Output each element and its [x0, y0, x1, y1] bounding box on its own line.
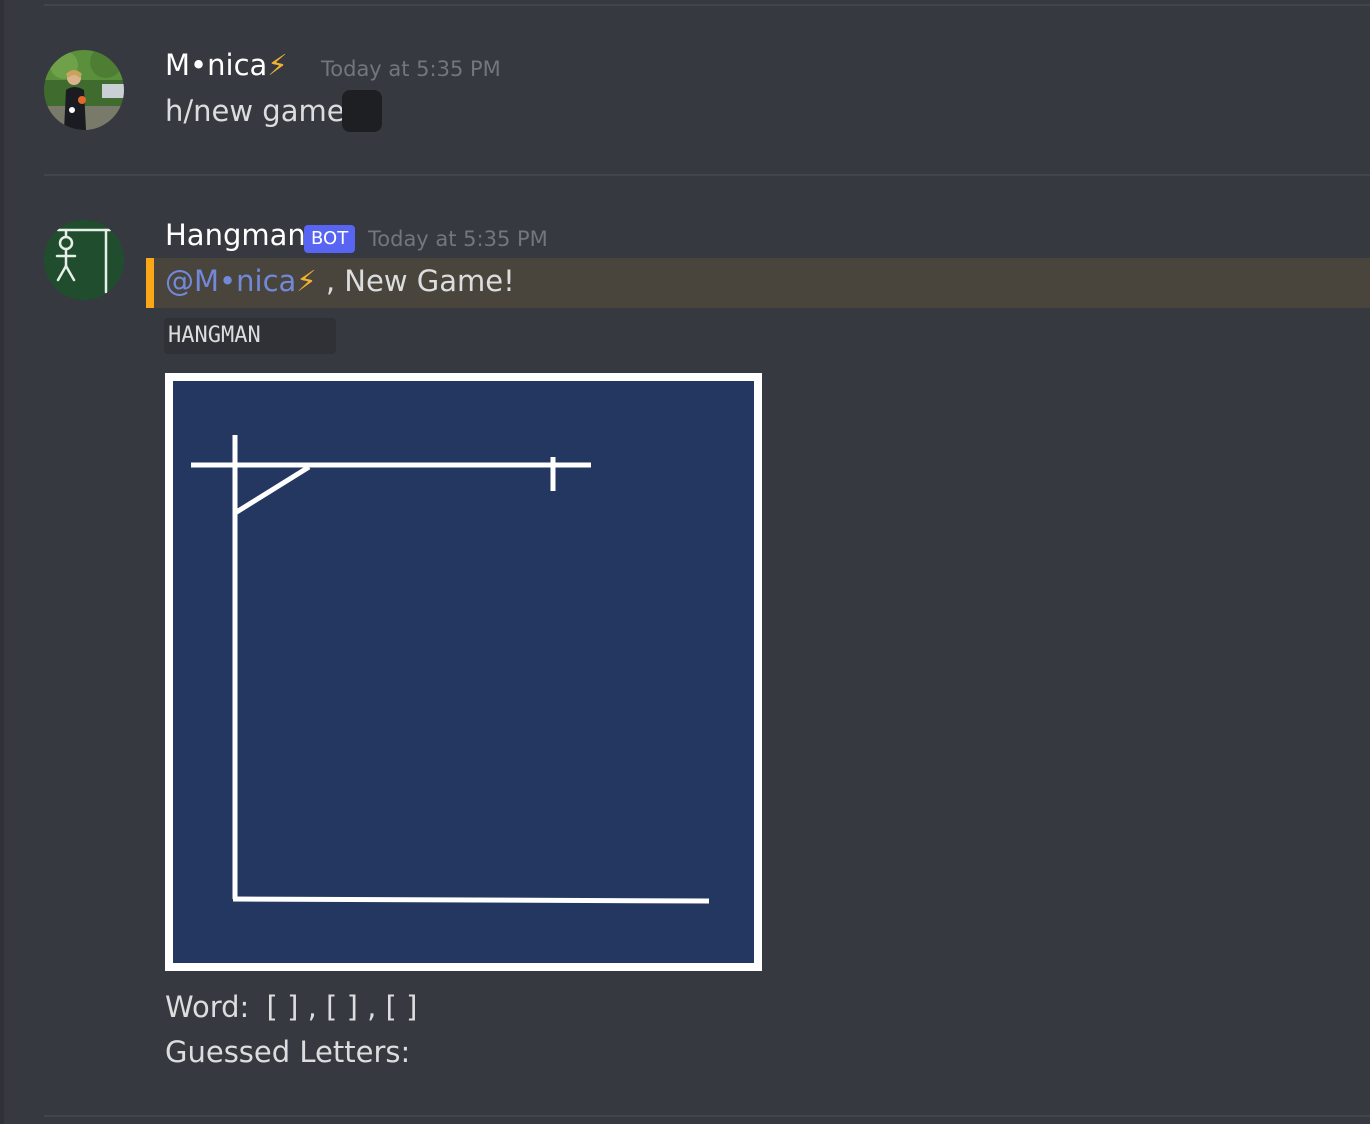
message-1-timestamp: Today at 5:35 PM [321, 57, 501, 81]
hangman-board-image[interactable] [165, 373, 762, 971]
message-divider [44, 174, 1370, 176]
reply-text: , New Game! [325, 264, 515, 298]
bottom-divider [44, 1115, 1370, 1117]
word-label: Word: [165, 990, 250, 1024]
bot-badge: BOT [304, 225, 356, 253]
message-2-username[interactable]: Hangman [165, 218, 306, 252]
user-mention-text: @M•nica [165, 264, 297, 298]
guessed-letters-label: Guessed Letters: [165, 1035, 411, 1069]
bot-avatar[interactable] [44, 220, 124, 300]
message-1-username[interactable]: M•nica⚡ [165, 48, 288, 82]
message-2-timestamp: Today at 5:35 PM [368, 227, 548, 251]
message-1-text: h/new game [165, 94, 345, 128]
hangman-code-label: HANGMAN [164, 318, 336, 354]
mention-line: @M•nica⚡ , New Game! [165, 264, 515, 298]
top-divider [44, 4, 1370, 6]
unrendered-emoji-icon [342, 90, 382, 132]
lightning-icon: ⚡ [296, 264, 317, 298]
user-mention[interactable]: @M•nica⚡ [165, 264, 317, 298]
user-avatar-image [44, 50, 124, 130]
message-1-username-text: M•nica [165, 48, 268, 82]
user-avatar[interactable] [44, 50, 124, 130]
gallows-icon [44, 220, 124, 300]
word-line: Word: [ ] , [ ] , [ ] [165, 990, 417, 1024]
mention-accent-bar [146, 258, 154, 308]
word-value: [ ] , [ ] , [ ] [266, 990, 418, 1024]
gallows-drawing [191, 435, 710, 904]
left-edge-bar [0, 0, 4, 1124]
lightning-icon: ⚡ [267, 48, 288, 82]
